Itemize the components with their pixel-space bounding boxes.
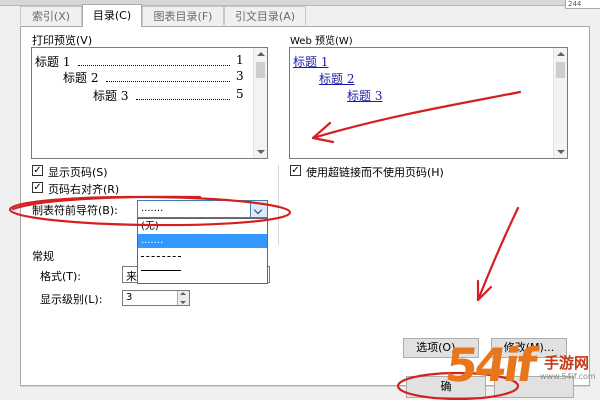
tab-leader-label: 制表符前导符(B): xyxy=(32,204,118,217)
print-preview-entry: 标题 3 xyxy=(93,89,129,103)
print-preview-label: 打印预览(V) xyxy=(32,34,93,47)
dot-leader xyxy=(78,65,230,66)
web-preview-scrollbar[interactable] xyxy=(553,48,567,158)
dot-leader xyxy=(106,81,230,82)
tab-leader-dropdown: (无) ....... xyxy=(137,218,268,284)
tab-authorities[interactable]: 引文目录(A) xyxy=(224,6,306,25)
print-preview-entry: 标题 1 xyxy=(35,55,71,69)
dot-leader xyxy=(136,99,230,100)
scroll-up-icon[interactable] xyxy=(557,52,565,56)
dropdown-option-selected[interactable]: ....... xyxy=(138,234,267,248)
page-number: 3 xyxy=(236,69,244,83)
ruler-field: 244 xyxy=(565,0,600,9)
watermark-url: www.54if.com xyxy=(540,372,596,381)
tab-figures[interactable]: 图表目录(F) xyxy=(142,6,224,25)
tab-leader-value: ....... xyxy=(141,203,164,214)
scroll-down-icon[interactable] xyxy=(257,150,265,154)
scroll-down-icon[interactable] xyxy=(557,150,565,154)
dropdown-option[interactable]: (无) xyxy=(138,220,267,234)
scroll-up-icon[interactable] xyxy=(257,52,265,56)
web-preview-link[interactable]: 标题 2 xyxy=(319,70,354,87)
spin-up-button[interactable] xyxy=(177,291,189,298)
print-preview-entry: 标题 2 xyxy=(63,71,99,85)
right-align-label: 页码右对齐(R) xyxy=(48,183,120,196)
show-levels-value: 3 xyxy=(126,292,133,303)
show-page-numbers-label: 显示页码(S) xyxy=(48,166,108,179)
print-preview-scrollbar[interactable] xyxy=(253,48,267,158)
web-preview-link[interactable]: 标题 3 xyxy=(347,87,382,104)
web-preview-box: 标题 1 标题 2 标题 3 xyxy=(289,47,568,159)
scroll-thumb[interactable] xyxy=(556,62,565,78)
page-number: 1 xyxy=(236,53,244,67)
tab-leader-select[interactable]: ....... xyxy=(137,200,268,218)
scroll-thumb[interactable] xyxy=(256,62,265,78)
general-section-label: 常规 xyxy=(32,250,54,263)
spin-down-button[interactable] xyxy=(177,298,189,305)
tab-toc[interactable]: 目录(C) xyxy=(82,4,142,27)
use-hyperlinks-label: 使用超链接而不使用页码(H) xyxy=(306,166,444,179)
chevron-down-icon[interactable] xyxy=(250,201,267,217)
dropdown-option[interactable] xyxy=(138,248,267,262)
show-page-numbers-checkbox[interactable]: ✓ xyxy=(32,165,43,176)
right-align-checkbox[interactable]: ✓ xyxy=(32,182,43,193)
page-number: 5 xyxy=(236,87,244,101)
show-levels-spinner[interactable]: 3 xyxy=(122,290,190,306)
use-hyperlinks-checkbox[interactable]: ✓ xyxy=(290,165,301,176)
column-divider xyxy=(278,165,279,245)
web-preview-label: Web 预览(W) xyxy=(290,36,353,47)
print-preview-box: 标题 1 1 标题 2 3 标题 3 5 xyxy=(31,47,268,159)
dropdown-option[interactable] xyxy=(138,262,267,276)
format-label: 格式(T): xyxy=(40,270,82,283)
web-preview-link[interactable]: 标题 1 xyxy=(293,53,328,70)
watermark-side-text: 手游网 xyxy=(544,354,590,372)
show-levels-label: 显示级别(L): xyxy=(40,293,103,306)
tab-index[interactable]: 索引(X) xyxy=(20,6,82,25)
watermark-logo: 54if xyxy=(442,338,538,392)
